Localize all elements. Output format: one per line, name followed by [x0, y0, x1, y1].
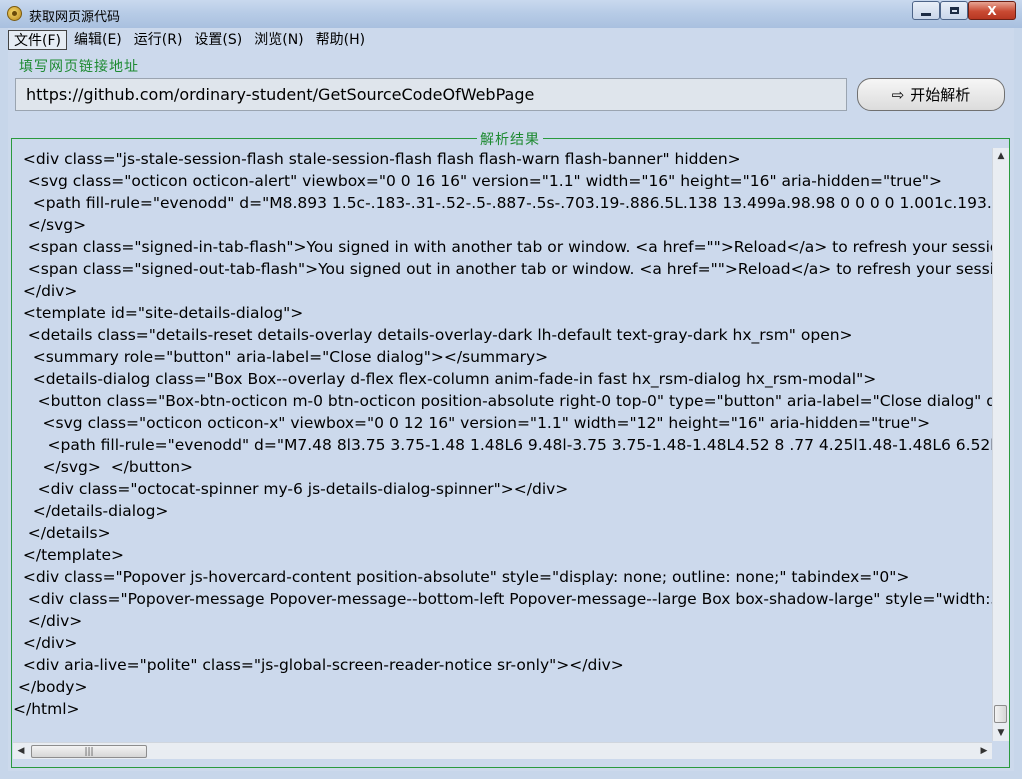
code-line: </div> — [13, 282, 78, 300]
code-line: <div class="octocat-spinner my-6 js-deta… — [13, 480, 569, 498]
code-line: <summary role="button" aria-label="Close… — [13, 348, 549, 366]
menu-help[interactable]: 帮助(H) — [311, 30, 370, 50]
result-group: 解析结果 <div class="js-stale-session-flash … — [11, 129, 1010, 768]
horizontal-scroll-thumb[interactable]: ||| — [31, 745, 147, 758]
scroll-up-icon[interactable]: ▲ — [993, 148, 1009, 164]
code-line: </template> — [13, 546, 125, 564]
result-group-title: 解析结果 — [477, 129, 543, 149]
app-icon — [7, 6, 22, 21]
code-line: </body> — [13, 678, 88, 696]
vertical-scroll-thumb[interactable] — [994, 705, 1007, 723]
arrow-right-icon: ⇨ — [891, 85, 905, 104]
code-line: <path fill-rule="evenodd" d="M7.48 8l3.7… — [47, 436, 992, 454]
code-line: <svg class="octicon octicon-x" viewbox="… — [13, 414, 931, 432]
code-line: <div class="js-stale-session-flash stale… — [13, 150, 741, 168]
vertical-scrollbar[interactable]: ▲ ▼ — [992, 148, 1009, 741]
code-line: <div aria-live="polite" class="js-global… — [13, 656, 624, 674]
close-icon: X — [987, 3, 997, 18]
start-parse-label: 开始解析 — [910, 86, 971, 104]
code-line: <details-dialog class="Box Box--overlay … — [13, 370, 877, 388]
maximize-button[interactable] — [940, 1, 968, 20]
code-line: </details> — [13, 524, 111, 542]
menu-run[interactable]: 运行(R) — [129, 30, 188, 50]
code-line: <template id="site-details-dialog"> — [13, 304, 304, 322]
code-line: <span class="signed-out-tab-flash">You s… — [13, 260, 992, 278]
code-line: <path fill-rule="evenodd" d="M8.893 1.5c… — [32, 194, 992, 212]
close-button[interactable]: X — [968, 1, 1016, 20]
menu-browse[interactable]: 浏览(N) — [249, 30, 308, 50]
code-line: </div> — [13, 612, 83, 630]
code-line: </svg> — [13, 216, 87, 234]
code-line: </div> — [13, 634, 78, 652]
code-line: <div class="Popover js-hovercard-content… — [13, 568, 910, 586]
code-line: </details-dialog> — [13, 502, 169, 520]
code-line: </html> — [13, 700, 80, 718]
minimize-button[interactable] — [912, 1, 940, 20]
start-parse-button[interactable]: ⇨ 开始解析 — [857, 78, 1005, 111]
scroll-left-icon[interactable]: ◀ — [13, 743, 29, 759]
code-line: <details class="details-reset details-ov… — [13, 326, 853, 344]
menu-file[interactable]: 文件(F) — [8, 30, 67, 50]
horizontal-scrollbar[interactable]: ◀ ||| ▶ — [13, 742, 992, 759]
code-line: <div class="Popover-message Popover-mess… — [13, 590, 992, 608]
scroll-down-icon[interactable]: ▼ — [993, 725, 1009, 741]
scrollbar-corner — [992, 742, 1009, 759]
source-code-textarea[interactable]: <div class="js-stale-session-flash stale… — [13, 148, 992, 741]
menu-bar: 文件(F) 编辑(E) 运行(R) 设置(S) 浏览(N) 帮助(H) — [8, 30, 372, 50]
window-title: 获取网页源代码 — [29, 10, 121, 25]
title-bar[interactable]: 获取网页源代码 X — [0, 0, 1022, 28]
code-line: <button class="Box-btn-octicon m-0 btn-o… — [37, 392, 992, 410]
maximize-icon — [949, 7, 959, 14]
code-line: <span class="signed-in-tab-flash">You si… — [13, 238, 992, 256]
scroll-right-icon[interactable]: ▶ — [976, 743, 992, 759]
url-label: 填写网页链接地址 — [19, 59, 139, 75]
client-area: 文件(F) 编辑(E) 运行(R) 设置(S) 浏览(N) 帮助(H) 填写网页… — [8, 28, 1014, 771]
code-line: </svg> </button> — [13, 458, 194, 476]
app-window: 获取网页源代码 X 文件(F) 编辑(E) 运行(R) 设置(S) 浏览(N) … — [0, 0, 1022, 779]
url-input[interactable]: https://github.com/ordinary-student/GetS… — [15, 78, 847, 111]
menu-edit[interactable]: 编辑(E) — [69, 30, 127, 50]
minimize-icon — [921, 12, 931, 16]
menu-settings[interactable]: 设置(S) — [189, 30, 247, 50]
code-line: <svg class="octicon octicon-alert" viewb… — [13, 172, 943, 190]
